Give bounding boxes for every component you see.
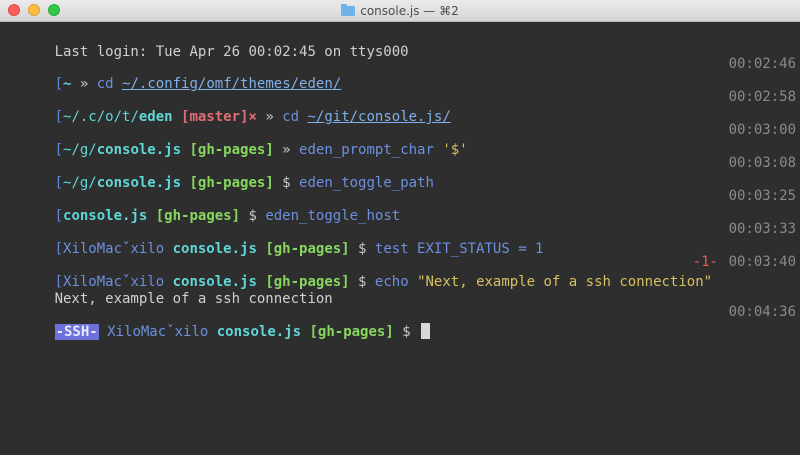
prompt-host: XiloMacˇxilo: [98, 324, 217, 340]
prompt-line: [XiloMacˇxilo console.js [gh-pages] $ te…: [4, 219, 796, 257]
timestamp: 00:02:58: [728, 89, 796, 105]
timestamp: 00:03:33: [728, 221, 796, 237]
window-title-text: console.js — ⌘2: [360, 3, 459, 18]
terminal-window: console.js — ⌘2 Last login: Tue Apr 26 0…: [0, 0, 800, 455]
prompt-line: [~ » cd ~/.config/omf/themes/eden/ 00:02…: [4, 54, 796, 92]
timestamp: 00:02:46: [728, 56, 796, 72]
ssh-badge: -SSH-: [54, 324, 99, 340]
prompt-line: [~/g/console.js [gh-pages] $ eden_toggle…: [4, 153, 796, 191]
prompt-line: [~/g/console.js [gh-pages] » eden_prompt…: [4, 120, 796, 158]
timestamp: 00:03:25: [728, 188, 796, 204]
timestamp: 00:03:00: [728, 122, 796, 138]
timestamp: 00:04:36: [728, 304, 796, 320]
git-branch: [gh-pages]: [301, 324, 394, 340]
terminal-content[interactable]: Last login: Tue Apr 26 00:02:45 on ttys0…: [0, 22, 800, 455]
window-title: console.js — ⌘2: [0, 0, 800, 21]
output-line: Next, example of a ssh connection: [4, 269, 796, 307]
last-login-line: Last login: Tue Apr 26 00:02:45 on ttys0…: [4, 22, 796, 60]
text-cursor[interactable]: [421, 323, 431, 339]
prompt-dir: console.js: [216, 324, 302, 340]
prompt-line: [~/.c/o/t/eden [master]× » cd ~/git/cons…: [4, 87, 796, 125]
prompt-line: [console.js [gh-pages] $ eden_toggle_hos…: [4, 186, 796, 224]
prompt-char: $: [393, 324, 420, 340]
active-prompt-line[interactable]: -SSH- XiloMacˇxilo console.js [gh-pages]…: [4, 302, 796, 340]
folder-icon: [341, 3, 356, 16]
title-bar[interactable]: console.js — ⌘2: [0, 0, 800, 22]
timestamp: 00:03:08: [728, 155, 796, 171]
